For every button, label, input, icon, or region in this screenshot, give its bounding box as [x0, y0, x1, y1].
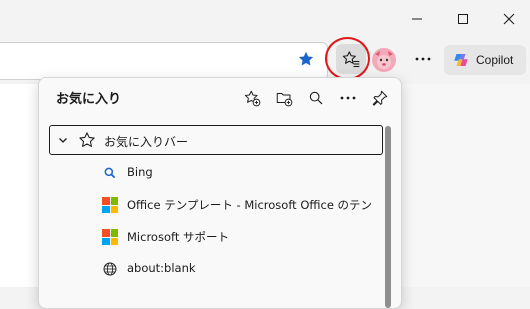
pin-icon	[372, 90, 388, 106]
bing-search-icon	[101, 164, 119, 182]
copilot-icon	[454, 54, 468, 66]
favorites-bar-star-icon	[79, 132, 95, 147]
close-icon	[503, 13, 515, 25]
avatar-icon	[372, 48, 396, 72]
favorite-item-office-templates[interactable]: Office テンプレート - Microsoft Office のテンプ	[101, 190, 373, 220]
close-button[interactable]	[486, 0, 530, 38]
minimize-button[interactable]	[394, 0, 440, 38]
more-dots-icon	[415, 57, 431, 61]
favorite-item-bing[interactable]: Bing	[101, 158, 373, 188]
page-content-right	[400, 84, 530, 287]
more-options-button[interactable]	[335, 86, 361, 110]
pin-favorites-button[interactable]	[367, 86, 393, 110]
search-icon	[309, 91, 323, 105]
settings-more-button[interactable]	[410, 47, 436, 71]
favorite-item-label: Microsoft サポート	[127, 230, 229, 244]
maximize-button[interactable]	[440, 0, 486, 38]
favorite-item-label: about:blank	[127, 261, 196, 275]
title-bar	[0, 0, 530, 38]
favorite-item-about-blank[interactable]: about:blank	[101, 254, 373, 284]
microsoft-logo-icon	[101, 196, 119, 214]
favorites-bar-folder[interactable]: お気に入りバー	[49, 125, 383, 155]
star-add-icon	[244, 90, 261, 107]
favorite-star-icon	[298, 51, 314, 66]
search-favorites-button[interactable]	[303, 86, 329, 110]
copilot-button[interactable]: Copilot	[444, 45, 526, 75]
favorites-button[interactable]	[336, 44, 366, 74]
chevron-down-icon[interactable]	[57, 134, 69, 146]
favorites-scrollbar[interactable]	[385, 126, 391, 308]
favorite-item-label: Office テンプレート - Microsoft Office のテンプ	[127, 198, 373, 212]
favorite-item-label: Bing	[127, 165, 153, 179]
profile-avatar[interactable]	[372, 48, 396, 72]
add-page-to-favorites-button[interactable]	[239, 86, 265, 110]
add-folder-button[interactable]	[271, 86, 297, 110]
favorites-title: お気に入り	[56, 92, 122, 107]
more-dots-icon	[340, 96, 356, 100]
copilot-label: Copilot	[476, 53, 514, 67]
microsoft-logo-icon	[101, 228, 119, 246]
minimize-icon	[412, 18, 422, 20]
favorites-list-icon	[342, 51, 360, 68]
folder-add-icon	[276, 93, 293, 107]
maximize-icon	[458, 14, 468, 24]
address-bar[interactable]	[0, 42, 328, 80]
favorites-panel: お気に入り お気に入りバー Bing Office テンプレート - Micro…	[38, 77, 402, 309]
favorites-bar-label: お気に入りバー	[104, 135, 189, 149]
favorite-item-microsoft-support[interactable]: Microsoft サポート	[101, 222, 373, 252]
add-favorite-button[interactable]	[294, 47, 318, 71]
globe-icon	[101, 260, 119, 278]
